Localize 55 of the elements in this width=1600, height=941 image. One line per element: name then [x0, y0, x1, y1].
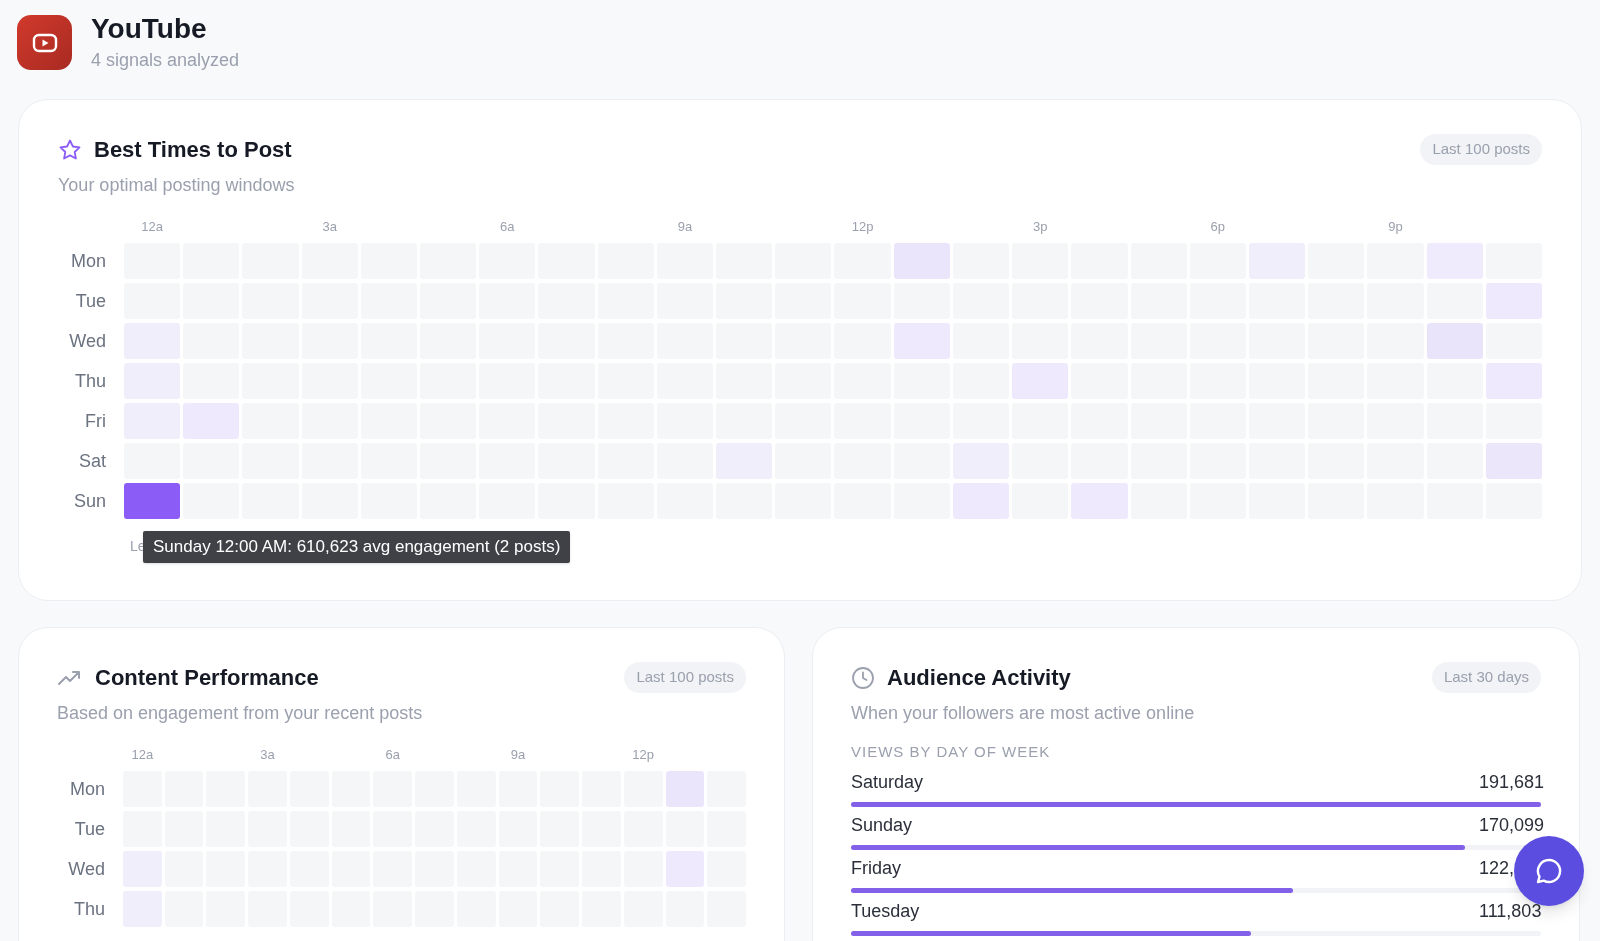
day-label: Wed [68, 330, 106, 353]
clock-icon [851, 665, 875, 690]
hour-label: 6a [499, 218, 516, 236]
heatmap-cell[interactable] [1485, 443, 1542, 479]
hour-label: 6a [384, 746, 401, 764]
hour-label: 3a [259, 746, 276, 764]
day-label: Sun [72, 490, 106, 513]
heatmap-cell[interactable] [665, 771, 705, 807]
hour-label: 6p [1209, 218, 1227, 236]
card-title: Best Times to Post [94, 136, 292, 164]
day-label: Tue [74, 290, 106, 313]
day-label: Wed [67, 858, 105, 881]
star-icon [58, 137, 82, 162]
card-title: Content Performance [95, 664, 319, 692]
period-badge: Last 100 posts [624, 662, 746, 693]
hour-label: 12p [850, 218, 875, 236]
heatmap-cell[interactable] [1426, 323, 1483, 359]
day-label: Sat [77, 450, 106, 473]
card-subtitle: Your optimal posting windows [58, 174, 296, 197]
trend-up-icon [57, 668, 83, 687]
day-name: Friday [851, 856, 901, 880]
tooltip: Sunday 12:00 AM: 610,623 avg engagement (2 posts) [143, 531, 571, 563]
day-label: Fri [84, 410, 106, 433]
day-name: Tuesday [851, 899, 920, 923]
channel-subtitle: 4 signals analyzed [91, 49, 240, 72]
channel-name: YouTube [91, 12, 208, 46]
chat-bubble-icon [1534, 856, 1564, 886]
day-label: Tue [73, 818, 105, 841]
hour-label: 9a [676, 218, 694, 236]
hour-label: 12p [631, 746, 655, 764]
day-name: Saturday [851, 770, 924, 794]
heatmap-cell[interactable] [124, 483, 181, 519]
views-count: 191,681 [1479, 770, 1541, 794]
card-subtitle: When your followers are most active online [851, 702, 1196, 725]
views-count: 170,099 [1479, 813, 1541, 837]
day-label: Thu [73, 370, 106, 393]
play-icon [31, 32, 58, 53]
hour-label: 3p [1032, 218, 1049, 236]
period-badge: Last 30 days [1431, 662, 1541, 693]
heatmap-cell[interactable] [893, 243, 950, 279]
hour-label: 9p [1387, 218, 1404, 236]
period-badge: Last 100 posts [1420, 134, 1542, 165]
hour-label: 9a [509, 746, 527, 764]
hour-label: 12a [130, 746, 155, 764]
section-label: VIEWS BY DAY OF WEEK [851, 742, 1052, 762]
views-count: 122, [1479, 856, 1516, 880]
card-title: Audience Activity [887, 664, 1071, 692]
day-name: Sunday [851, 813, 913, 837]
day-label: Thu [72, 898, 105, 921]
views-count: 111,803 [1479, 899, 1541, 923]
day-label: Mon [70, 250, 106, 273]
hour-label: 12a [140, 218, 164, 236]
card-subtitle: Based on engagement from your recent posts [57, 702, 424, 725]
day-label: Mon [69, 778, 105, 801]
hour-label: 3a [321, 218, 338, 236]
